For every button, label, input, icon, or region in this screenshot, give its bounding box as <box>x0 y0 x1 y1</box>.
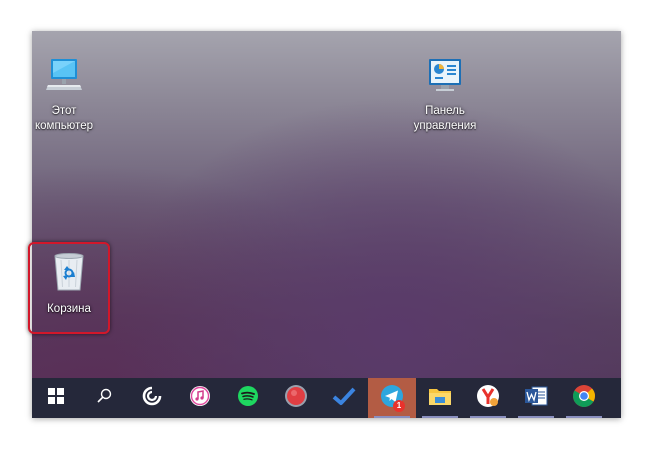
windows-logo-icon <box>48 387 64 409</box>
itunes-icon <box>189 385 211 412</box>
taskbar-app-explorer[interactable] <box>416 378 464 418</box>
checkmark-icon <box>332 386 356 411</box>
search-button[interactable] <box>80 378 128 418</box>
spotify-icon <box>237 385 259 412</box>
desktop: Этот компьютер Панель управления Корзина… <box>32 31 621 418</box>
taskbar-app-todo[interactable] <box>320 378 368 418</box>
taskbar-app-chrome[interactable] <box>560 378 608 418</box>
taskbar-app-spotify[interactable] <box>224 378 272 418</box>
start-button[interactable] <box>32 378 80 418</box>
taskbar-app-word[interactable] <box>512 378 560 418</box>
red-circle-icon <box>284 384 308 413</box>
notification-badge: 1 <box>393 400 405 412</box>
taskbar-app-cortana[interactable] <box>128 378 176 418</box>
taskbar-app-recorder[interactable] <box>272 378 320 418</box>
taskbar-app-telegram[interactable]: 1 <box>368 378 416 418</box>
folder-icon <box>428 386 452 411</box>
taskbar-app-yandex[interactable] <box>464 378 512 418</box>
chrome-icon <box>572 384 596 413</box>
control-panel-icon <box>405 55 485 100</box>
desktop-icon-this-pc[interactable]: Этот компьютер <box>32 55 104 134</box>
search-icon <box>96 388 112 409</box>
desktop-icon-label: Этот компьютер <box>35 105 93 132</box>
computer-icon <box>32 55 104 100</box>
word-icon <box>524 385 548 412</box>
desktop-icon-label: Панель управления <box>413 105 477 132</box>
taskbar-app-itunes[interactable] <box>176 378 224 418</box>
cortana-icon <box>141 385 163 412</box>
yandex-browser-icon <box>476 384 500 413</box>
taskbar: 1 <box>32 378 621 418</box>
desktop-icon-control-panel[interactable]: Панель управления <box>405 55 485 134</box>
recycle-bin-highlight <box>28 242 110 334</box>
